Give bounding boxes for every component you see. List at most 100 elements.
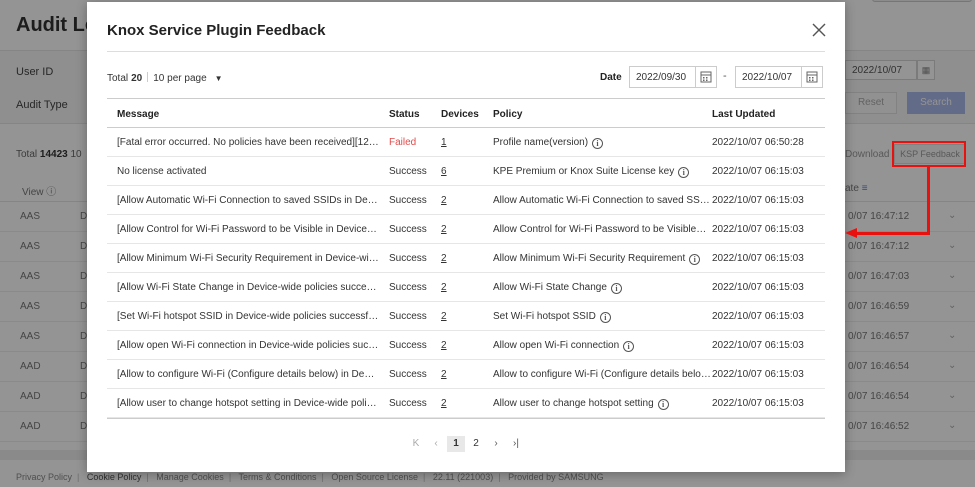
col-policy: Policy — [493, 109, 523, 120]
date-to-input[interactable] — [735, 66, 803, 88]
col-message: Message — [117, 109, 160, 120]
message-cell: [Set Wi-Fi hotspot SSID in Device-wide p… — [117, 311, 379, 322]
annotation-highlight-box — [892, 141, 966, 167]
devices-link[interactable]: 6 — [441, 166, 481, 177]
table-row: [Allow user to change hotspot setting in… — [107, 389, 825, 418]
message-cell: [Fatal error occurred. No policies have … — [117, 137, 379, 148]
policy-cell: Allow Automatic Wi-Fi Connection to save… — [493, 195, 711, 206]
modal-title: Knox Service Plugin Feedback — [107, 22, 326, 39]
annotation-arrow-line — [856, 232, 930, 235]
table-row: [Fatal error occurred. No policies have … — [107, 128, 825, 157]
calendar-icon[interactable] — [695, 66, 717, 88]
updated-cell: 2022/10/07 06:15:03 — [712, 369, 804, 380]
table-row: [Allow Automatic Wi-Fi Connection to sav… — [107, 186, 825, 215]
message-cell: [Allow open Wi-Fi connection in Device-w… — [117, 340, 379, 351]
close-icon[interactable] — [811, 22, 827, 38]
updated-cell: 2022/10/07 06:15:03 — [712, 224, 804, 235]
table-row: [Allow Wi-Fi State Change in Device-wide… — [107, 273, 825, 302]
status-cell: Failed — [389, 137, 417, 148]
status-cell: Success — [389, 224, 427, 235]
annotation-arrow-line — [927, 167, 930, 235]
table-bottom-border — [107, 418, 825, 419]
devices-link[interactable]: 2 — [441, 195, 481, 206]
calendar-icon[interactable] — [801, 66, 823, 88]
updated-cell: 2022/10/07 06:15:03 — [712, 398, 804, 409]
info-icon[interactable]: i — [599, 312, 611, 323]
devices-link[interactable]: 2 — [441, 311, 481, 322]
pagination: K ‹ 1 2 › ›| — [407, 436, 527, 452]
table-row: [Set Wi-Fi hotspot SSID in Device-wide p… — [107, 302, 825, 331]
devices-link[interactable]: 2 — [441, 253, 481, 264]
info-icon[interactable]: i — [592, 138, 604, 149]
first-page-icon[interactable]: K — [407, 436, 425, 452]
per-page-select[interactable]: 10 per page ▼ — [153, 73, 222, 84]
info-icon[interactable]: i — [623, 341, 635, 352]
devices-link[interactable]: 2 — [441, 224, 481, 235]
message-cell: No license activated — [117, 166, 207, 177]
updated-cell: 2022/10/07 06:15:03 — [712, 282, 804, 293]
next-page-icon[interactable]: › — [487, 436, 505, 452]
table-header: Message Status Devices Policy Last Updat… — [107, 98, 825, 128]
status-cell: Success — [389, 195, 427, 206]
caret-down-icon: ▼ — [214, 74, 223, 83]
updated-cell: 2022/10/07 06:15:03 — [712, 253, 804, 264]
info-icon[interactable]: i — [610, 283, 622, 294]
date-separator: - — [723, 70, 727, 82]
updated-cell: 2022/10/07 06:15:03 — [712, 340, 804, 351]
message-cell: [Allow Minimum Wi-Fi Security Requiremen… — [117, 253, 379, 264]
updated-cell: 2022/10/07 06:15:03 — [712, 195, 804, 206]
page-1-button[interactable]: 1 — [447, 436, 465, 452]
total-summary: Total 20 10 per page ▼ — [107, 72, 223, 84]
table-row: [Allow to configure Wi-Fi (Configure det… — [107, 360, 825, 389]
devices-link[interactable]: 2 — [441, 398, 481, 409]
status-cell: Success — [389, 253, 427, 264]
policy-cell: Allow Control for Wi-Fi Password to be V… — [493, 224, 711, 236]
policy-cell: Profile name(version) i — [493, 137, 711, 149]
devices-link[interactable]: 2 — [441, 369, 481, 380]
status-cell: Success — [389, 340, 427, 351]
message-cell: [Allow Automatic Wi-Fi Connection to sav… — [117, 195, 379, 206]
feedback-table: Message Status Devices Policy Last Updat… — [107, 98, 825, 418]
policy-cell: Set Wi-Fi hotspot SSID i — [493, 311, 711, 323]
table-row: [Allow Control for Wi-Fi Password to be … — [107, 215, 825, 244]
table-row: No license activated Success 6 KPE Premi… — [107, 157, 825, 186]
status-cell: Success — [389, 369, 427, 380]
prev-page-icon[interactable]: ‹ — [427, 436, 445, 452]
devices-link[interactable]: 2 — [441, 282, 481, 293]
info-icon[interactable]: i — [657, 399, 669, 410]
info-icon[interactable]: i — [689, 254, 701, 265]
policy-cell: KPE Premium or Knox Suite License key i — [493, 166, 711, 178]
message-cell: [Allow Control for Wi-Fi Password to be … — [117, 224, 379, 235]
col-last-updated: Last Updated — [712, 109, 776, 120]
policy-cell: Allow Wi-Fi State Change i — [493, 282, 711, 294]
policy-cell: Allow open Wi-Fi connection i — [493, 340, 711, 352]
table-row: [Allow open Wi-Fi connection in Device-w… — [107, 331, 825, 360]
total-label: Total — [107, 73, 129, 84]
last-page-icon[interactable]: ›| — [507, 436, 525, 452]
policy-cell: Allow Minimum Wi-Fi Security Requirement… — [493, 253, 711, 265]
message-cell: [Allow user to change hotspot setting in… — [117, 398, 379, 409]
message-cell: [Allow to configure Wi-Fi (Configure det… — [117, 369, 379, 380]
col-status: Status — [389, 109, 420, 120]
page-2-button[interactable]: 2 — [467, 436, 485, 452]
status-cell: Success — [389, 166, 427, 177]
status-cell: Success — [389, 398, 427, 409]
info-icon[interactable]: i — [678, 167, 690, 178]
status-cell: Success — [389, 282, 427, 293]
message-cell: [Allow Wi-Fi State Change in Device-wide… — [117, 282, 379, 293]
date-from-input[interactable] — [629, 66, 697, 88]
updated-cell: 2022/10/07 06:15:03 — [712, 311, 804, 322]
updated-cell: 2022/10/07 06:50:28 — [712, 137, 804, 148]
table-row: [Allow Minimum Wi-Fi Security Requiremen… — [107, 244, 825, 273]
devices-link[interactable]: 1 — [441, 137, 481, 148]
status-cell: Success — [389, 311, 427, 322]
devices-link[interactable]: 2 — [441, 340, 481, 351]
title-divider — [107, 51, 825, 52]
policy-cell: Allow to configure Wi-Fi (Configure deta… — [493, 369, 711, 380]
updated-cell: 2022/10/07 06:15:03 — [712, 166, 804, 177]
per-page-value: 10 per page — [153, 73, 207, 84]
total-count: 20 — [131, 73, 143, 84]
policy-cell: Allow user to change hotspot setting i — [493, 398, 711, 410]
date-label: Date — [600, 72, 622, 83]
col-devices: Devices — [441, 109, 479, 120]
